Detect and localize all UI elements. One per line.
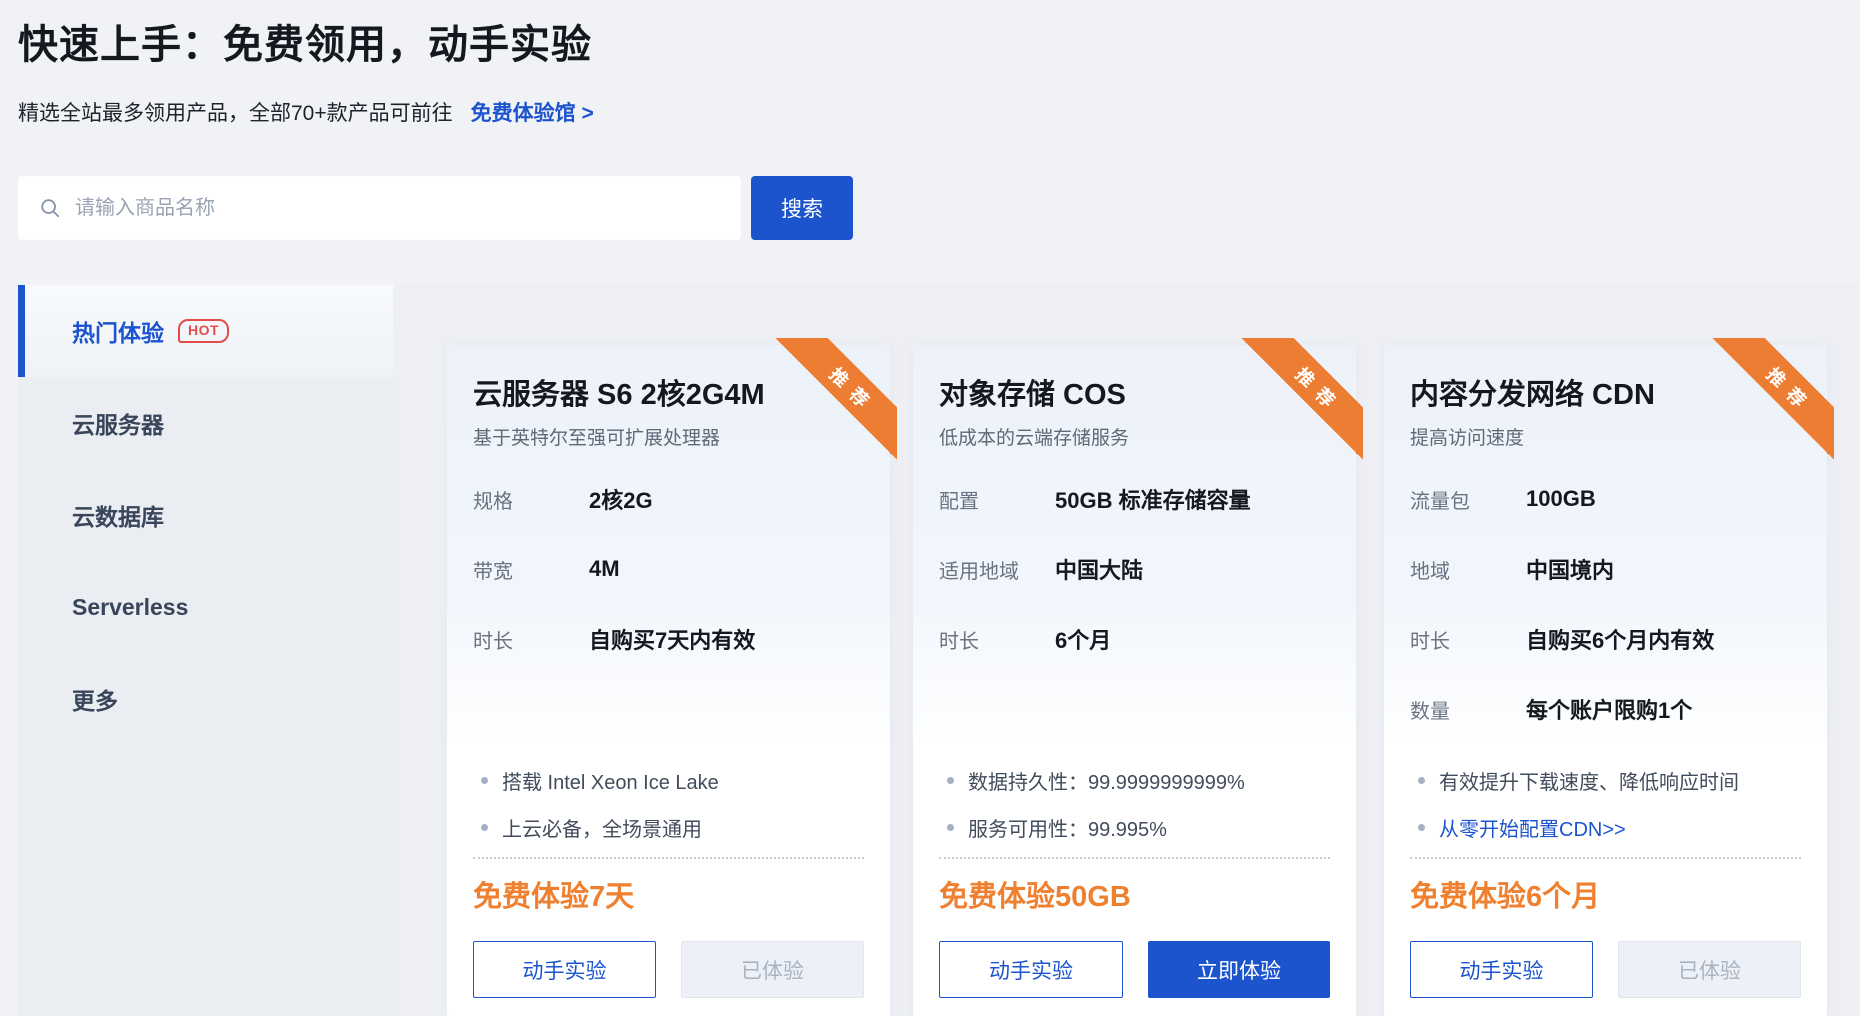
search-row: 搜索: [18, 176, 853, 240]
spec-row: 规格 2核2G: [473, 464, 864, 534]
bullet-text: 搭载 Intel Xeon Ice Lake: [502, 766, 719, 795]
already-tried-button[interactable]: 已体验: [1618, 941, 1801, 998]
bullet-text: 上云必备，全场景通用: [502, 813, 702, 842]
page-title: 快速上手：免费领用，动手实验: [18, 12, 592, 70]
sidebar-item-label: 更多: [72, 682, 118, 716]
bullet-text: 数据持久性：99.9999999999%: [968, 766, 1245, 795]
hot-badge: HOT: [178, 319, 229, 343]
bullet-dot-icon: [481, 824, 488, 831]
card-title: 内容分发网络 CDN: [1410, 371, 1801, 413]
sidebar-item-cvm[interactable]: 云服务器: [18, 377, 393, 469]
spec-row: 流量包 100GB: [1410, 464, 1801, 534]
spec-list: 流量包 100GB 地域 中国境内 时长 自购买6个月内有效 数量 每个账户限购…: [1410, 464, 1801, 744]
hands-on-lab-button[interactable]: 动手实验: [473, 941, 656, 998]
spec-row: 时长 自购买6个月内有效: [1410, 604, 1801, 674]
hands-on-lab-button[interactable]: 动手实验: [939, 941, 1123, 998]
product-card-cvm: 推荐 云服务器 S6 2核2G4M 基于英特尔至强可扩展处理器 规格 2核2G …: [447, 345, 890, 1016]
spec-value: 中国境内: [1526, 553, 1614, 585]
cdn-config-guide-link[interactable]: 从零开始配置CDN>>: [1439, 813, 1626, 842]
spec-label: 规格: [473, 485, 589, 514]
sidebar-item-serverless[interactable]: Serverless: [18, 561, 393, 653]
spec-list: 规格 2核2G 带宽 4M 时长 自购买7天内有效: [473, 464, 864, 674]
feature-bullet: 从零开始配置CDN>>: [1410, 804, 1801, 851]
bullet-text: 服务可用性：99.995%: [968, 813, 1167, 842]
hands-on-lab-button[interactable]: 动手实验: [1410, 941, 1593, 998]
page-subtitle: 精选全站最多领用产品，全部70+款产品可前往 免费体验馆 >: [18, 97, 594, 127]
sidebar-item-label: 云数据库: [72, 498, 164, 532]
spec-value: 自购买7天内有效: [589, 623, 755, 655]
feature-bullet: 服务可用性：99.995%: [939, 804, 1330, 851]
subtitle-text: 精选全站最多领用产品，全部70+款产品可前往: [18, 97, 453, 127]
search-input[interactable]: [75, 197, 720, 220]
free-trial-offer: 免费体验7天: [473, 873, 864, 915]
free-trial-offer: 免费体验6个月: [1410, 873, 1801, 915]
product-card-cos: 推荐 对象存储 COS 低成本的云端存储服务 配置 50GB 标准存储容量 适用…: [913, 345, 1356, 1016]
sidebar-item-label: Serverless: [72, 594, 188, 621]
spec-row: 配置 50GB 标准存储容量: [939, 464, 1330, 534]
spec-list: 配置 50GB 标准存储容量 适用地域 中国大陆 时长 6个月: [939, 464, 1330, 674]
spec-value: 4M: [589, 556, 620, 582]
spec-row: 地域 中国境内: [1410, 534, 1801, 604]
spec-row: 数量 每个账户限购1个: [1410, 674, 1801, 744]
spec-value: 50GB 标准存储容量: [1055, 483, 1251, 515]
product-card-cdn: 推荐 内容分发网络 CDN 提高访问速度 流量包 100GB 地域 中国境内 时…: [1384, 345, 1827, 1016]
already-tried-button[interactable]: 已体验: [681, 941, 864, 998]
card-subtitle: 提高访问速度: [1410, 423, 1801, 450]
feature-bullet: 搭载 Intel Xeon Ice Lake: [473, 757, 864, 804]
feature-bullet: 上云必备，全场景通用: [473, 804, 864, 851]
spec-value: 自购买6个月内有效: [1526, 623, 1714, 655]
free-trial-offer: 免费体验50GB: [939, 873, 1330, 915]
card-title: 云服务器 S6 2核2G4M: [473, 371, 864, 413]
spec-label: 时长: [1410, 625, 1526, 654]
dotted-divider: [1410, 857, 1801, 859]
sidebar-item-label: 云服务器: [72, 406, 164, 440]
spec-value: 中国大陆: [1055, 553, 1143, 585]
spec-label: 时长: [939, 625, 1055, 654]
spec-value: 2核2G: [589, 483, 653, 515]
card-subtitle: 低成本的云端存储服务: [939, 423, 1330, 450]
sidebar-item-more[interactable]: 更多: [18, 653, 393, 745]
spec-row: 带宽 4M: [473, 534, 864, 604]
category-sidebar: 热门体验 HOT 云服务器 云数据库 Serverless 更多: [18, 285, 393, 1016]
spec-label: 适用地域: [939, 555, 1055, 584]
feature-bullet: 数据持久性：99.9999999999%: [939, 757, 1330, 804]
free-experience-hall-link[interactable]: 免费体验馆 >: [471, 97, 594, 127]
bullet-dot-icon: [1418, 777, 1425, 784]
dotted-divider: [473, 857, 864, 859]
spec-label: 流量包: [1410, 485, 1526, 514]
search-button[interactable]: 搜索: [751, 176, 853, 240]
sidebar-item-label: 热门体验: [72, 314, 164, 348]
spec-label: 地域: [1410, 555, 1526, 584]
card-title: 对象存储 COS: [939, 371, 1330, 413]
dotted-divider: [939, 857, 1330, 859]
sidebar-item-hot[interactable]: 热门体验 HOT: [18, 285, 393, 377]
feature-bullet: 有效提升下载速度、降低响应时间: [1410, 757, 1801, 804]
spec-label: 带宽: [473, 555, 589, 584]
spec-value: 每个账户限购1个: [1526, 693, 1692, 725]
spec-value: 100GB: [1526, 486, 1596, 512]
card-subtitle: 基于英特尔至强可扩展处理器: [473, 423, 864, 450]
spec-row: 时长 6个月: [939, 604, 1330, 674]
bullet-dot-icon: [947, 777, 954, 784]
bullet-dot-icon: [947, 824, 954, 831]
bullet-dot-icon: [481, 777, 488, 784]
search-box[interactable]: [18, 176, 741, 240]
spec-row: 适用地域 中国大陆: [939, 534, 1330, 604]
sidebar-item-clouddb[interactable]: 云数据库: [18, 469, 393, 561]
spec-label: 配置: [939, 485, 1055, 514]
spec-label: 时长: [473, 625, 589, 654]
spec-row: 时长 自购买7天内有效: [473, 604, 864, 674]
bullet-dot-icon: [1418, 824, 1425, 831]
spec-label: 数量: [1410, 695, 1526, 724]
bullet-text: 有效提升下载速度、降低响应时间: [1439, 766, 1739, 795]
search-icon: [39, 197, 61, 219]
spec-value: 6个月: [1055, 623, 1111, 655]
try-now-button[interactable]: 立即体验: [1148, 941, 1330, 998]
